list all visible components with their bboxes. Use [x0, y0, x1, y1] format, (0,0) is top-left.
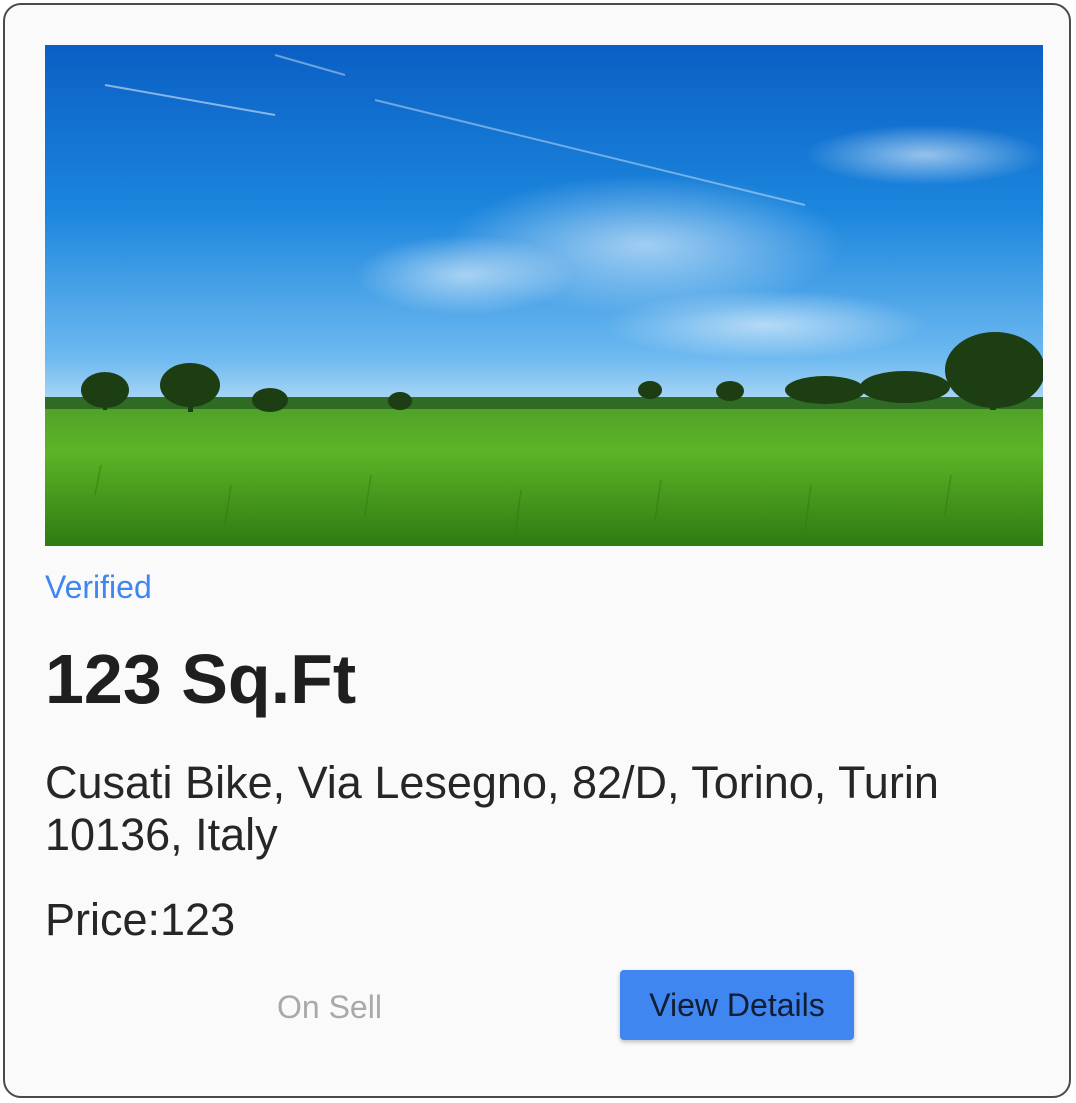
verified-status: Verified [45, 569, 152, 605]
property-area: 123 Sq.Ft [45, 640, 357, 718]
price-value: 123 [160, 894, 236, 945]
property-card: Verified 123 Sq.Ft Cusati Bike, Via Lese… [3, 3, 1071, 1098]
landscape-image [45, 45, 1043, 546]
property-price: Price:123 [45, 893, 235, 947]
price-label: Price: [45, 894, 161, 945]
view-details-button[interactable]: View Details [620, 970, 854, 1040]
property-address: Cusati Bike, Via Lesegno, 82/D, Torino, … [45, 757, 939, 860]
property-photo [45, 45, 1043, 546]
sell-state-label: On Sell [277, 989, 382, 1025]
